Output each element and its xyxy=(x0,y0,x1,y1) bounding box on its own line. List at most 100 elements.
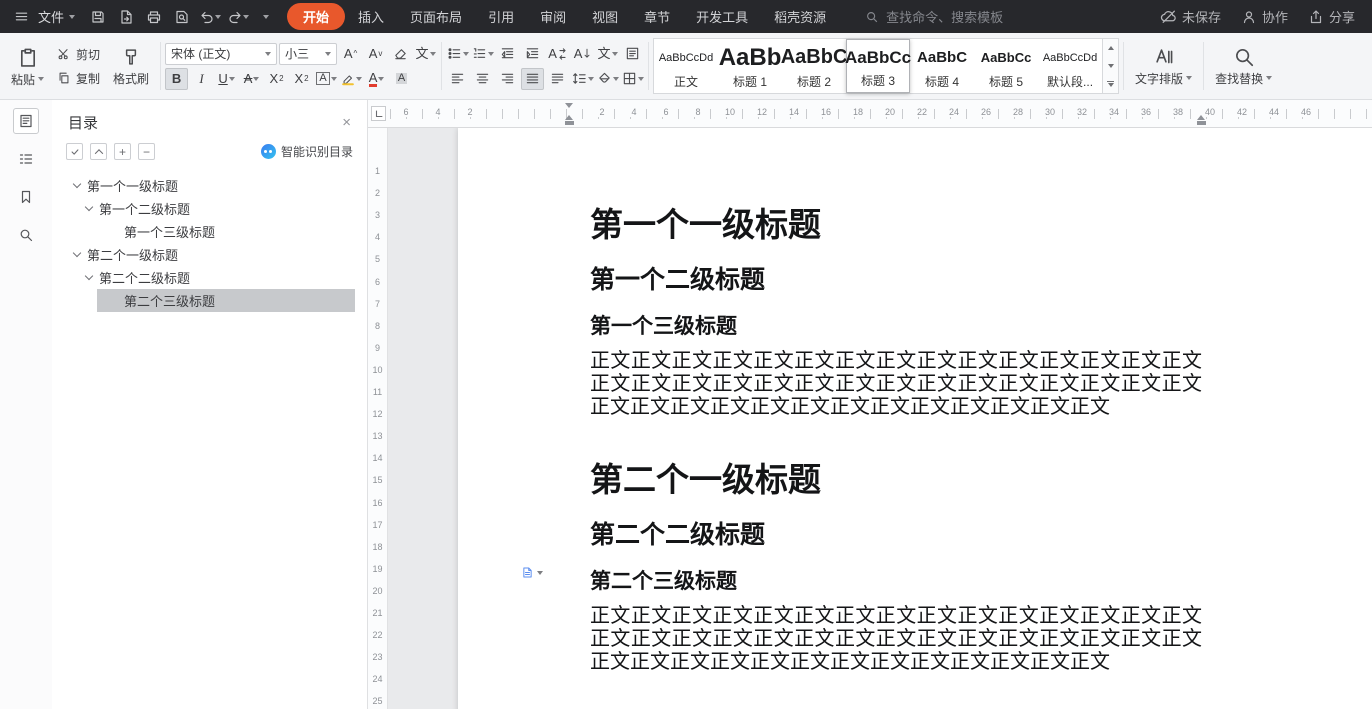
toc-expand-all-button[interactable]: + xyxy=(114,143,131,160)
document-canvas[interactable]: 第一个一级标题 第一个二级标题 第一个三级标题 正文正文正文正文正文正文正文正文… xyxy=(388,128,1372,709)
smart-toc-button[interactable]: 智能识别目录 xyxy=(261,143,353,160)
numbered-list-button[interactable] xyxy=(471,43,494,65)
superscript-button[interactable]: X2 xyxy=(265,68,288,90)
underline-button[interactable]: U xyxy=(215,68,238,90)
hamburger-menu-icon[interactable] xyxy=(8,5,34,29)
gallery-scroll-down-button[interactable] xyxy=(1103,57,1118,75)
heading2-second[interactable]: 第二个二级标题 xyxy=(590,520,1202,550)
toolbar-more-button[interactable] xyxy=(253,5,279,29)
paragraph-layout-button[interactable] xyxy=(621,43,644,65)
menu-tab-8[interactable]: 开发工具 xyxy=(683,3,761,30)
font-color-button[interactable]: A xyxy=(365,68,388,90)
decrease-font-button[interactable]: Av xyxy=(364,43,387,65)
copy-button[interactable]: 复制 xyxy=(53,69,104,88)
menu-tab-1[interactable]: 开始 xyxy=(287,3,345,30)
style-item-7[interactable]: AaBbCcDd默认段... xyxy=(1038,39,1102,93)
find-replace-button[interactable]: 查找替换 xyxy=(1208,36,1279,96)
decrease-indent-button[interactable] xyxy=(496,43,519,65)
gallery-more-button[interactable] xyxy=(1103,75,1118,93)
chevron-down-icon[interactable] xyxy=(85,203,93,211)
first-line-indent-marker[interactable] xyxy=(565,103,573,108)
right-indent-marker-box[interactable] xyxy=(1197,121,1206,125)
hanging-indent-marker[interactable] xyxy=(565,115,573,120)
heading2-first[interactable]: 第一个二级标题 xyxy=(590,265,1202,295)
toc-item-1[interactable]: 第一个一级标题 xyxy=(52,174,355,197)
distribute-button[interactable] xyxy=(546,68,569,90)
font-name-select[interactable]: 宋体 (正文) xyxy=(165,43,277,65)
shading-button[interactable] xyxy=(596,68,619,90)
toc-item-5[interactable]: 第二个二级标题 xyxy=(52,266,355,289)
text-direction-button[interactable]: 文 xyxy=(596,43,619,65)
file-menu-button[interactable]: 文件 xyxy=(36,7,83,26)
cut-button[interactable]: 剪切 xyxy=(53,45,104,64)
unsaved-status[interactable]: 未保存 xyxy=(1151,7,1230,26)
style-item-1[interactable]: AaBbCcDd正文 xyxy=(654,39,718,93)
style-item-6[interactable]: AaBbCc标题 5 xyxy=(974,39,1038,93)
document-page[interactable]: 第一个一级标题 第一个二级标题 第一个三级标题 正文正文正文正文正文正文正文正文… xyxy=(458,128,1372,709)
heading1-first[interactable]: 第一个一级标题 xyxy=(590,205,1202,245)
share-button[interactable]: 分享 xyxy=(1299,7,1364,26)
paste-button[interactable]: 粘贴 xyxy=(4,42,51,91)
align-right-button[interactable] xyxy=(496,68,519,90)
highlight-button[interactable] xyxy=(340,68,363,90)
tab-selector[interactable] xyxy=(371,106,386,121)
text-effects-button[interactable]: A xyxy=(315,68,338,90)
bold-button[interactable]: B xyxy=(165,68,188,90)
font-size-select[interactable]: 小三 xyxy=(279,43,337,65)
chevron-down-icon[interactable] xyxy=(73,180,81,188)
menu-tab-2[interactable]: 插入 xyxy=(345,3,397,30)
print-preview-button[interactable] xyxy=(169,5,195,29)
toc-pane-button[interactable] xyxy=(13,108,39,134)
body-paragraph-first[interactable]: 正文正文正文正文正文正文正文正文正文正文正文正文正文正文正文正文正文正文正文正文… xyxy=(590,349,1202,418)
v-ruler[interactable]: 1234567891011121314151617181920212223242… xyxy=(368,128,388,709)
body-paragraph-second[interactable]: 正文正文正文正文正文正文正文正文正文正文正文正文正文正文正文正文正文正文正文正文… xyxy=(590,604,1202,673)
format-painter-button[interactable]: 格式刷 xyxy=(106,43,156,90)
menu-tab-4[interactable]: 引用 xyxy=(475,3,527,30)
asian-layout-button[interactable]: A xyxy=(546,43,569,65)
style-item-2[interactable]: AaBb标题 1 xyxy=(718,39,782,93)
menu-tab-3[interactable]: 页面布局 xyxy=(397,3,475,30)
sort-button[interactable]: A xyxy=(571,43,594,65)
heading3-second[interactable]: 第二个三级标题 xyxy=(590,568,1202,594)
heading1-second[interactable]: 第二个一级标题 xyxy=(590,460,1202,500)
borders-button[interactable] xyxy=(621,68,644,90)
menu-tab-5[interactable]: 审阅 xyxy=(527,3,579,30)
toc-select-level-button[interactable] xyxy=(66,143,83,160)
export-button[interactable] xyxy=(113,5,139,29)
save-button[interactable] xyxy=(85,5,111,29)
toc-item-6[interactable]: 第二个三级标题 xyxy=(97,289,355,312)
italic-button[interactable]: I xyxy=(190,68,213,90)
char-border-button[interactable]: A xyxy=(390,68,413,90)
increase-font-button[interactable]: A^ xyxy=(339,43,362,65)
line-spacing-button[interactable] xyxy=(571,68,594,90)
menu-tab-9[interactable]: 稻壳资源 xyxy=(761,3,839,30)
clear-format-button[interactable] xyxy=(389,43,412,65)
justify-button[interactable] xyxy=(521,68,544,90)
style-item-3[interactable]: AaBbC标题 2 xyxy=(782,39,846,93)
bullet-list-button[interactable] xyxy=(446,43,469,65)
toc-item-3[interactable]: 第一个三级标题 xyxy=(97,220,355,243)
align-center-button[interactable] xyxy=(471,68,494,90)
command-search[interactable]: 查找命令、搜索模板 xyxy=(865,7,1003,26)
style-item-4[interactable]: AaBbCc标题 3 xyxy=(846,39,910,93)
outline-pane-button[interactable] xyxy=(13,146,39,172)
h-ruler[interactable]: 6422468101214161820222426283032343638404… xyxy=(368,100,1372,128)
bookmark-pane-button[interactable] xyxy=(13,184,39,210)
collaborate-button[interactable]: 协作 xyxy=(1232,7,1297,26)
chevron-down-icon[interactable] xyxy=(73,249,81,257)
chevron-down-icon[interactable] xyxy=(85,272,93,280)
strikethrough-button[interactable]: A xyxy=(240,68,263,90)
left-indent-marker[interactable] xyxy=(565,121,574,125)
redo-button[interactable] xyxy=(225,5,251,29)
print-button[interactable] xyxy=(141,5,167,29)
undo-button[interactable] xyxy=(197,5,223,29)
toc-item-4[interactable]: 第二个一级标题 xyxy=(52,243,355,266)
toc-collapse-all-button[interactable]: − xyxy=(138,143,155,160)
heading3-first[interactable]: 第一个三级标题 xyxy=(590,313,1202,339)
gallery-scroll-up-button[interactable] xyxy=(1103,39,1118,57)
right-indent-marker[interactable] xyxy=(1197,115,1205,120)
menu-tab-7[interactable]: 章节 xyxy=(631,3,683,30)
style-item-5[interactable]: AaBbC标题 4 xyxy=(910,39,974,93)
text-layout-button[interactable]: 文字排版 xyxy=(1128,36,1199,96)
close-icon[interactable]: × xyxy=(342,115,351,130)
